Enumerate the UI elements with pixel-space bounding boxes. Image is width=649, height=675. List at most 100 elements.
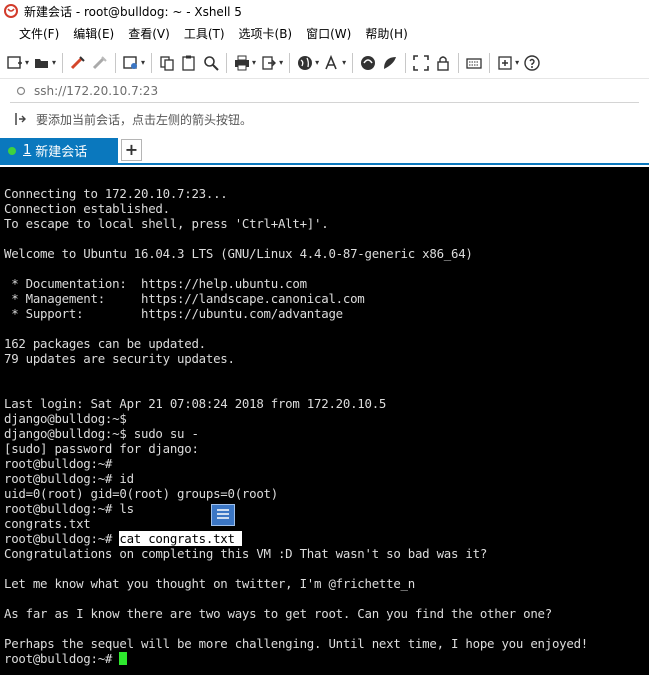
print-button[interactable]: ▾	[231, 51, 258, 75]
transfer-icon	[262, 55, 277, 70]
toolbar-divider	[289, 52, 291, 73]
lock-button[interactable]	[432, 51, 454, 75]
find-icon	[204, 55, 219, 71]
add-icon	[498, 55, 512, 70]
terminal-line: Connection established.	[4, 201, 170, 216]
add-button[interactable]: ▾	[494, 51, 521, 75]
menu-window[interactable]: 窗口(W)	[299, 23, 358, 45]
toolbar-divider	[226, 52, 228, 73]
terminal-line: To escape to local shell, press 'Ctrl+Al…	[4, 216, 329, 231]
tab-label: 新建会话	[35, 145, 88, 160]
terminal-line: As far as I know there are two ways to g…	[4, 606, 552, 621]
properties-icon	[123, 55, 138, 69]
new-tab-button[interactable]: +	[121, 139, 142, 161]
tab-underline	[0, 163, 649, 165]
terminal-line: Congratulations on completing this VM :D…	[4, 546, 488, 561]
keyboard-button[interactable]	[463, 51, 485, 75]
copy-button[interactable]	[156, 51, 178, 75]
open-button[interactable]: ▾	[31, 51, 58, 75]
terminal-line: django@bulldog:~$	[4, 411, 127, 426]
toolbar-divider	[151, 52, 153, 73]
toolbar-divider	[115, 52, 117, 73]
menu-edit[interactable]: 编辑(E)	[66, 23, 121, 45]
toolbar: ▾ ▾ ▾ ▾ ▾ ▾ ▾ ▾	[0, 47, 649, 79]
tab-session-1[interactable]: 1 新建会话	[0, 138, 118, 163]
terminal-line: * Support: https://ubuntu.com/advantage	[4, 306, 343, 321]
terminal-line: root@bulldog:~# id	[4, 471, 134, 486]
chevron-down-icon: ▾	[315, 58, 320, 67]
disconnect-button[interactable]	[89, 51, 111, 75]
toolbar-divider	[489, 52, 491, 73]
xftp-icon	[361, 55, 376, 70]
address-bar: ssh://172.20.10.7:23	[0, 79, 649, 103]
font-icon	[325, 54, 337, 69]
terminal-line: uid=0(root) gid=0(root) groups=0(root)	[4, 486, 278, 501]
chevron-down-icon: ▾	[141, 58, 146, 67]
hint-text: 要添加当前会话，点击左侧的箭头按钮。	[36, 112, 253, 127]
menu-tab[interactable]: 选项卡(B)	[232, 23, 300, 45]
print-icon	[235, 55, 250, 70]
properties-button[interactable]: ▾	[120, 51, 147, 75]
globe-button[interactable]: ▾	[294, 51, 321, 75]
menu-file[interactable]: 文件(F)	[12, 23, 66, 45]
xftp-button[interactable]	[357, 51, 379, 75]
menu-tools[interactable]: 工具(T)	[177, 23, 232, 45]
menu-help[interactable]: 帮助(H)	[358, 23, 414, 45]
chevron-down-icon: ▾	[279, 58, 284, 67]
xmanager-button[interactable]	[379, 51, 401, 75]
terminal-line: root@bulldog:~#	[4, 456, 113, 471]
prompt: root@bulldog:~#	[4, 651, 120, 666]
terminal-line: Connecting to 172.20.10.7:23...	[4, 186, 228, 201]
terminal-line: Let me know what you thought on twitter,…	[4, 576, 415, 591]
find-button[interactable]	[200, 51, 222, 75]
transfer-button[interactable]: ▾	[258, 51, 285, 75]
menu-view[interactable]: 查看(V)	[121, 23, 177, 45]
address-input[interactable]: ssh://172.20.10.7:23	[34, 84, 158, 98]
paste-button[interactable]	[178, 51, 200, 75]
terminal-line: 79 updates are security updates.	[4, 351, 235, 366]
copy-icon	[160, 55, 174, 71]
selected-command[interactable]: cat congrats.txt	[119, 531, 242, 546]
terminal-line: Welcome to Ubuntu 16.04.3 LTS (GNU/Linux…	[4, 246, 473, 261]
cursor	[119, 652, 128, 665]
chevron-down-icon: ▾	[252, 58, 257, 67]
terminal-line-with-cursor: root@bulldog:~#	[4, 651, 649, 666]
terminal-line: 162 packages can be updated.	[4, 336, 206, 351]
ime-indicator-icon[interactable]	[211, 504, 235, 526]
plus-icon: +	[124, 140, 139, 159]
pin-arrow-icon[interactable]	[14, 111, 28, 127]
terminal-line: congrats.txt	[4, 516, 91, 531]
address-dot-icon	[16, 86, 26, 96]
terminal-line-with-selection: root@bulldog:~# cat congrats.txt	[4, 531, 649, 546]
session-hint-bar: 要添加当前会话，点击左侧的箭头按钮。	[0, 104, 649, 134]
chevron-down-icon: ▾	[52, 58, 57, 67]
fullscreen-button[interactable]	[410, 51, 432, 75]
help-button[interactable]	[521, 51, 543, 75]
keyboard-icon	[466, 57, 482, 69]
help-icon	[524, 54, 540, 71]
chevron-down-icon: ▾	[515, 58, 520, 67]
xmanager-icon	[384, 56, 397, 69]
terminal[interactable]: Connecting to 172.20.10.7:23... Connecti…	[0, 167, 649, 675]
toolbar-divider	[62, 52, 64, 73]
reconnect-icon	[70, 55, 85, 69]
toolbar-divider	[352, 52, 354, 73]
chevron-down-icon: ▾	[342, 58, 347, 67]
font-button[interactable]: ▾	[321, 51, 348, 75]
xshell-logo-icon	[4, 4, 18, 18]
new-session-button[interactable]: ▾	[4, 51, 31, 75]
chevron-down-icon: ▾	[25, 58, 30, 67]
paste-icon	[182, 55, 195, 71]
reconnect-button[interactable]	[67, 51, 89, 75]
terminal-line: root@bulldog:~# ls	[4, 501, 134, 516]
prompt: root@bulldog:~#	[4, 531, 120, 546]
terminal-line: django@bulldog:~$ sudo su -	[4, 426, 199, 441]
terminal-line: * Documentation: https://help.ubuntu.com	[4, 276, 307, 291]
toolbar-divider	[458, 52, 460, 73]
